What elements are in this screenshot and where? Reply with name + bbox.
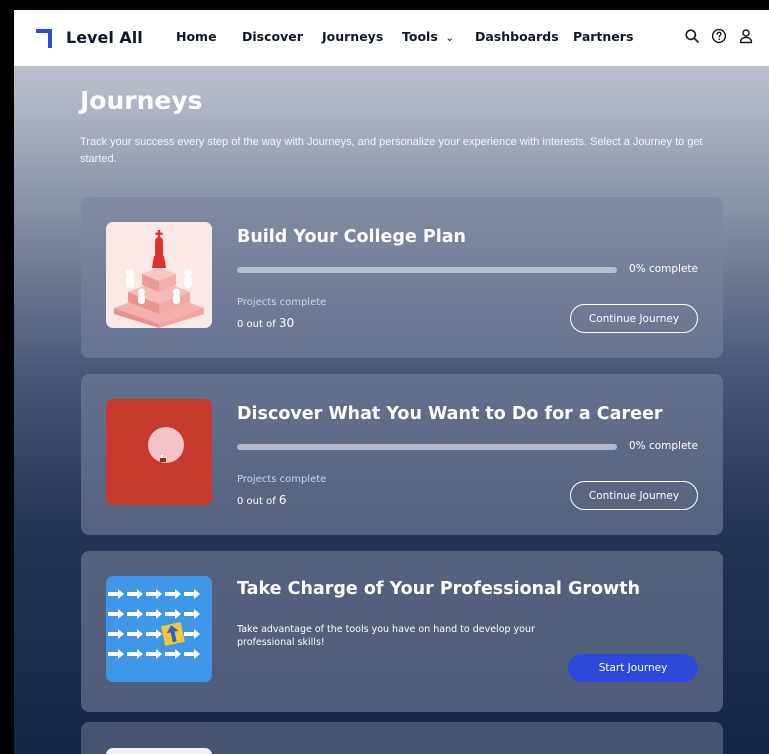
- progress-bar: [237, 444, 617, 450]
- journey-card-career[interactable]: Discover What You Want to Do for a Caree…: [81, 374, 723, 535]
- start-journey-button[interactable]: Start Journey: [568, 654, 698, 682]
- progress-label: 0% complete: [628, 440, 698, 452]
- continue-journey-button[interactable]: Continue Journey: [570, 304, 698, 333]
- user-icon[interactable]: [738, 28, 754, 44]
- nav-home[interactable]: Home: [176, 29, 217, 44]
- journey-description: Take advantage of the tools you have on …: [237, 624, 535, 648]
- top-navbar: Level All Home Discover Journeys Tools ⌄…: [14, 10, 769, 66]
- journey-title[interactable]: Discover What You Want to Do for a Caree…: [237, 404, 662, 424]
- nav-journeys[interactable]: Journeys: [322, 29, 383, 44]
- nav-dashboards[interactable]: Dashboards: [475, 29, 559, 44]
- search-icon[interactable]: [684, 28, 700, 44]
- brand-name: Level All: [66, 27, 143, 47]
- projects-count: 0 out of 30: [237, 316, 294, 330]
- chevron-down-icon: ⌄: [445, 31, 455, 44]
- page-title: Journeys: [80, 86, 203, 115]
- projects-complete-label: Projects complete: [237, 474, 327, 485]
- sunset-circle-illustration: [106, 399, 212, 505]
- help-icon[interactable]: [711, 28, 727, 44]
- nav-partners[interactable]: Partners: [573, 29, 633, 44]
- projects-count-total: 6: [278, 493, 287, 507]
- nav-discover[interactable]: Discover: [242, 29, 303, 44]
- arrows-pattern-illustration: [106, 576, 212, 682]
- brand-logo[interactable]: Level All: [36, 26, 143, 48]
- journey-title[interactable]: Build Your College Plan: [237, 227, 466, 247]
- projects-count-total: 30: [278, 316, 295, 330]
- journey-card-college-plan[interactable]: Build Your College Plan 0% complete Proj…: [81, 197, 723, 358]
- page-description: Track your success every step of the way…: [80, 136, 703, 165]
- chess-king-illustration: [106, 222, 212, 328]
- projects-complete-label: Projects complete: [237, 297, 327, 308]
- app-window: Level All Home Discover Journeys Tools ⌄…: [14, 10, 769, 754]
- projects-count-prefix: 0 out of: [237, 319, 279, 330]
- projects-count: 0 out of 6: [237, 493, 287, 507]
- nav-tools[interactable]: Tools ⌄: [402, 29, 454, 44]
- nav-tools-label: Tools: [402, 29, 438, 44]
- continue-journey-button[interactable]: Continue Journey: [570, 481, 698, 510]
- journey-title[interactable]: Take Charge of Your Professional Growth: [237, 579, 640, 599]
- journey-card-professional-growth[interactable]: Take Charge of Your Professional Growth …: [81, 551, 723, 712]
- progress-bar: [237, 267, 617, 273]
- journey-thumbnail: [106, 748, 212, 754]
- projects-count-prefix: 0 out of: [237, 496, 279, 507]
- progress-label: 0% complete: [628, 263, 698, 275]
- journey-card-partial[interactable]: [81, 722, 723, 754]
- logo-mark-icon: [36, 26, 58, 48]
